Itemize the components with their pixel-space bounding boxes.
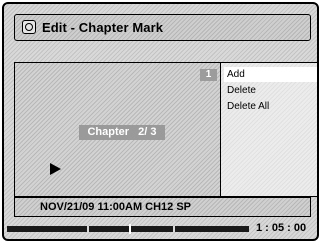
title-bar: Edit - Chapter Mark: [14, 14, 311, 41]
playback-time: 1 : 05 : 00: [256, 222, 307, 234]
chapter-divider: [87, 226, 89, 232]
video-preview: 1 Chapter 2/ 3: [14, 62, 220, 197]
playback-position-marker: [129, 224, 131, 234]
disc-icon: [22, 20, 36, 34]
recording-info: NOV/21/09 11:00AM CH12 SP: [40, 201, 192, 213]
play-icon: [50, 163, 61, 175]
recording-info-bar: NOV/21/09 11:00AM CH12 SP: [14, 197, 311, 217]
menu-item-add[interactable]: Add: [224, 67, 317, 82]
screen-title: Edit - Chapter Mark: [42, 20, 164, 35]
playback-progress-bar: [7, 224, 249, 234]
chapter-mark-number: 1: [200, 69, 217, 81]
chapter-indicator: Chapter 2/ 3: [79, 125, 165, 140]
chapter-mark-screen: Edit - Chapter Mark 1 Chapter 2/ 3 Add D…: [2, 2, 319, 241]
chapter-mark-menu: Add Delete Delete All: [220, 62, 317, 197]
menu-item-delete[interactable]: Delete: [224, 83, 317, 98]
menu-item-delete-all[interactable]: Delete All: [224, 99, 317, 114]
chapter-divider: [173, 226, 175, 232]
